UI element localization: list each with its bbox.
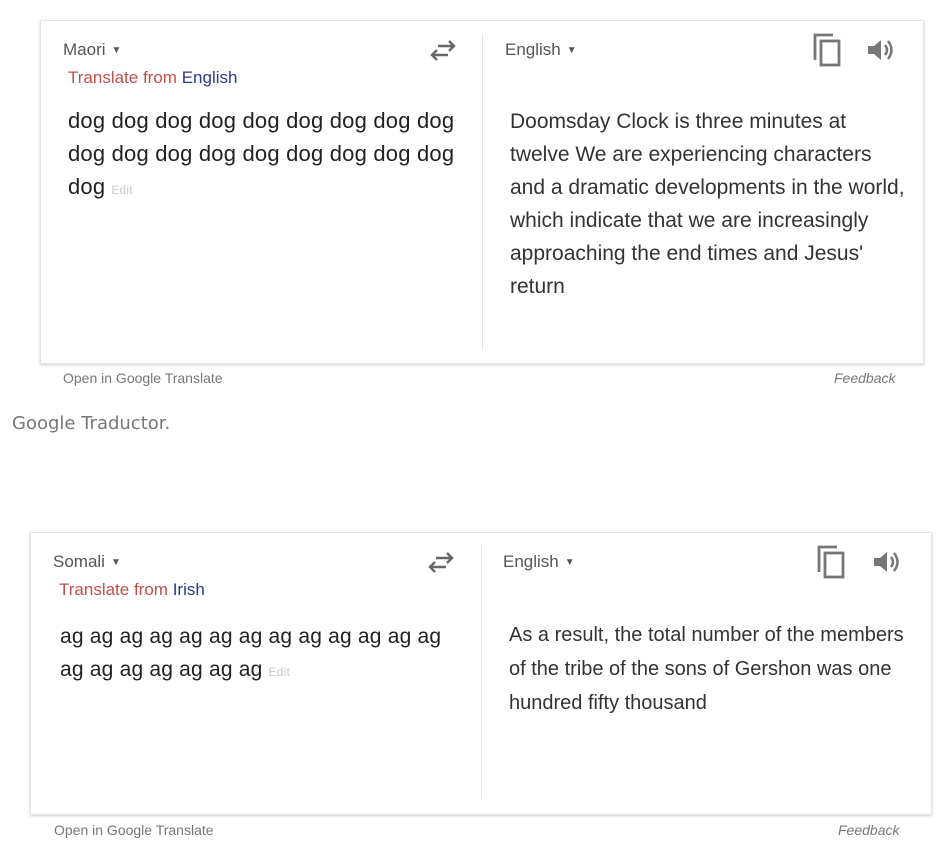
copy-icon[interactable]	[816, 544, 846, 585]
caret-down-icon: ▼	[111, 44, 122, 56]
speaker-icon[interactable]	[872, 549, 904, 580]
detected-language-link[interactable]: Translate from English	[68, 68, 237, 88]
source-language-label: Somali	[53, 552, 105, 571]
feedback-link[interactable]: Feedback	[834, 370, 895, 386]
target-language-select[interactable]: English ▼	[505, 40, 577, 60]
target-language-label: English	[505, 40, 561, 59]
speaker-icon[interactable]	[866, 37, 898, 68]
edit-link[interactable]: Edit	[269, 665, 290, 679]
source-language-label: Maori	[63, 40, 106, 59]
edit-link[interactable]: Edit	[111, 183, 132, 197]
panel-divider	[481, 544, 482, 798]
panel-divider	[482, 34, 483, 350]
copy-icon[interactable]	[812, 32, 842, 73]
source-language-select[interactable]: Maori ▼	[63, 40, 121, 60]
translate-widget-2: Somali ▼ Translate from Irish ag ag ag a…	[30, 532, 932, 840]
swap-languages-icon[interactable]	[426, 552, 456, 574]
caret-down-icon: ▼	[564, 556, 575, 568]
source-text[interactable]: ag ag ag ag ag ag ag ag ag ag ag ag ag a…	[60, 620, 455, 689]
translate-widget-1: Maori ▼ Translate from English dog dog d…	[40, 20, 924, 390]
detected-prefix: Translate from	[59, 580, 168, 599]
source-text[interactable]: dog dog dog dog dog dog dog dog dog dog …	[68, 104, 468, 207]
detected-prefix: Translate from	[68, 68, 177, 87]
source-text-content: ag ag ag ag ag ag ag ag ag ag ag ag ag a…	[60, 625, 442, 681]
target-language-select[interactable]: English ▼	[503, 552, 575, 572]
target-language-label: English	[503, 552, 559, 571]
detected-language-link[interactable]: Translate from Irish	[59, 580, 205, 600]
detected-language: Irish	[172, 580, 205, 599]
translation-output: Doomsday Clock is three minutes at twelv…	[510, 110, 905, 298]
caret-down-icon: ▼	[110, 556, 121, 568]
translation-output: As a result, the total number of the mem…	[509, 624, 904, 714]
swap-languages-icon[interactable]	[428, 40, 458, 62]
caption-text: Google Traductor.	[12, 413, 171, 434]
detected-language: English	[181, 68, 238, 87]
source-language-select[interactable]: Somali ▼	[53, 552, 121, 572]
open-in-google-translate-link[interactable]: Open in Google Translate	[54, 822, 214, 838]
feedback-link[interactable]: Feedback	[838, 822, 899, 838]
open-in-google-translate-link[interactable]: Open in Google Translate	[63, 370, 223, 386]
caret-down-icon: ▼	[566, 44, 577, 56]
